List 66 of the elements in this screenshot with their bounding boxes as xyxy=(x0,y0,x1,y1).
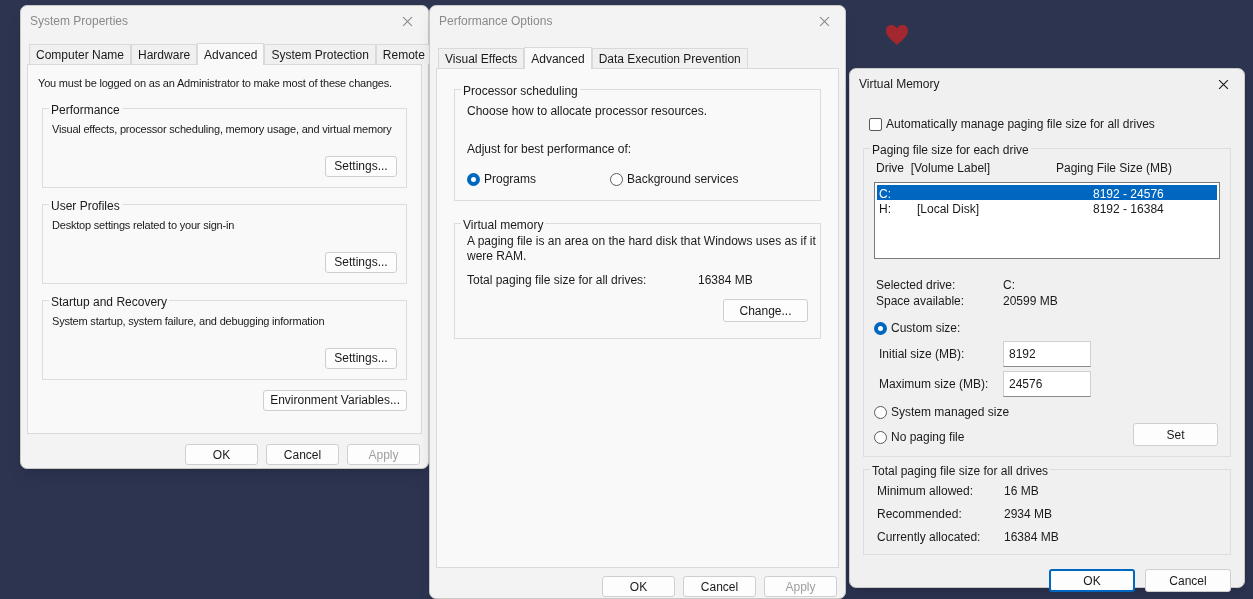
checkbox-label: Automatically manage paging file size for all drives xyxy=(886,116,1155,133)
close-icon xyxy=(401,15,413,27)
field-label: Initial size (MB): xyxy=(879,346,966,363)
group-description: A paging file is an area on the hard disk that Windows uses as if it were RAM. xyxy=(467,234,817,264)
column-header: Drive [Volume Label] xyxy=(876,160,992,177)
field-label: Maximum size (MB): xyxy=(879,376,990,393)
tab[interactable]: Computer Name xyxy=(29,44,132,64)
button[interactable]: OK xyxy=(185,444,258,465)
group-description: Desktop settings related to your sign-in xyxy=(52,217,235,233)
window-title: Performance Options xyxy=(439,13,553,30)
window-title: Virtual Memory xyxy=(859,76,940,93)
window-title: System Properties xyxy=(30,13,129,30)
button[interactable]: Environment Variables... xyxy=(263,389,407,411)
field-value: C: xyxy=(1003,277,1016,293)
radio-button[interactable] xyxy=(874,321,887,335)
tab[interactable]: Visual Effects xyxy=(438,48,525,68)
field-label: Recommended: xyxy=(877,506,963,523)
heart-icon xyxy=(885,24,909,46)
field-label: Total paging file size for all drives: xyxy=(467,272,648,289)
radio-label: Programs xyxy=(484,171,536,188)
field-value: 20599 MB xyxy=(1003,293,1059,309)
drive-row[interactable]: C: 8192 - 24576 xyxy=(877,185,1217,200)
tab[interactable]: Remote xyxy=(375,44,432,64)
field-label: Space available: xyxy=(876,293,966,309)
button[interactable]: Settings... xyxy=(325,347,397,369)
input-field[interactable]: 8192 xyxy=(1003,341,1091,367)
tab[interactable]: Data Execution Prevention xyxy=(591,48,748,68)
button[interactable]: Change... xyxy=(723,299,808,322)
radio-button[interactable] xyxy=(874,430,887,444)
button[interactable]: OK xyxy=(602,576,675,597)
tab[interactable]: Advanced xyxy=(197,43,265,65)
field-label: Minimum allowed: xyxy=(877,483,975,500)
radio-label: System managed size xyxy=(891,404,1010,421)
field-value: 16 MB xyxy=(1004,483,1040,500)
field-label: Selected drive: xyxy=(876,277,957,293)
field-value: 16384 MB xyxy=(1004,529,1060,546)
button[interactable]: Cancel xyxy=(266,444,339,465)
radio-button[interactable] xyxy=(610,172,623,186)
tab[interactable]: Advanced xyxy=(524,47,592,69)
button[interactable]: OK xyxy=(1049,569,1135,592)
group-description: System startup, system failure, and debugging information xyxy=(52,313,325,329)
input-field[interactable]: 24576 xyxy=(1003,371,1091,397)
column-header: Paging File Size (MB) xyxy=(1056,160,1174,177)
tab[interactable]: System Protection xyxy=(264,44,376,64)
button[interactable]: Settings... xyxy=(325,155,397,177)
field-label: Currently allocated: xyxy=(877,529,982,546)
field-value: 16384 MB xyxy=(698,272,754,289)
close-icon xyxy=(818,15,830,27)
checkbox[interactable] xyxy=(869,117,882,131)
radio-button[interactable] xyxy=(874,405,887,419)
group-description: Visual effects, processor scheduling, memory usage, and virtual memory xyxy=(52,121,392,137)
button[interactable]: Settings... xyxy=(325,251,397,273)
radio-label: Background services xyxy=(627,171,739,188)
radio-label: No paging file xyxy=(891,429,965,446)
notice-text: You must be logged on as an Administrator to make most of these changes. xyxy=(38,76,392,91)
button[interactable]: Cancel xyxy=(683,576,756,597)
close-icon xyxy=(1217,78,1229,90)
drive-row[interactable]: H: [Local Disk] 8192 - 16384 xyxy=(877,200,1217,215)
tab[interactable]: Hardware xyxy=(131,44,198,64)
button[interactable]: Cancel xyxy=(1145,569,1231,592)
prompt-text: Adjust for best performance of: xyxy=(467,141,633,158)
group-description: Choose how to allocate processor resources. xyxy=(467,103,709,120)
radio-button[interactable] xyxy=(467,172,480,186)
button[interactable]: Set xyxy=(1133,423,1218,446)
radio-label: Custom size: xyxy=(891,320,961,337)
field-value: 2934 MB xyxy=(1004,506,1054,523)
